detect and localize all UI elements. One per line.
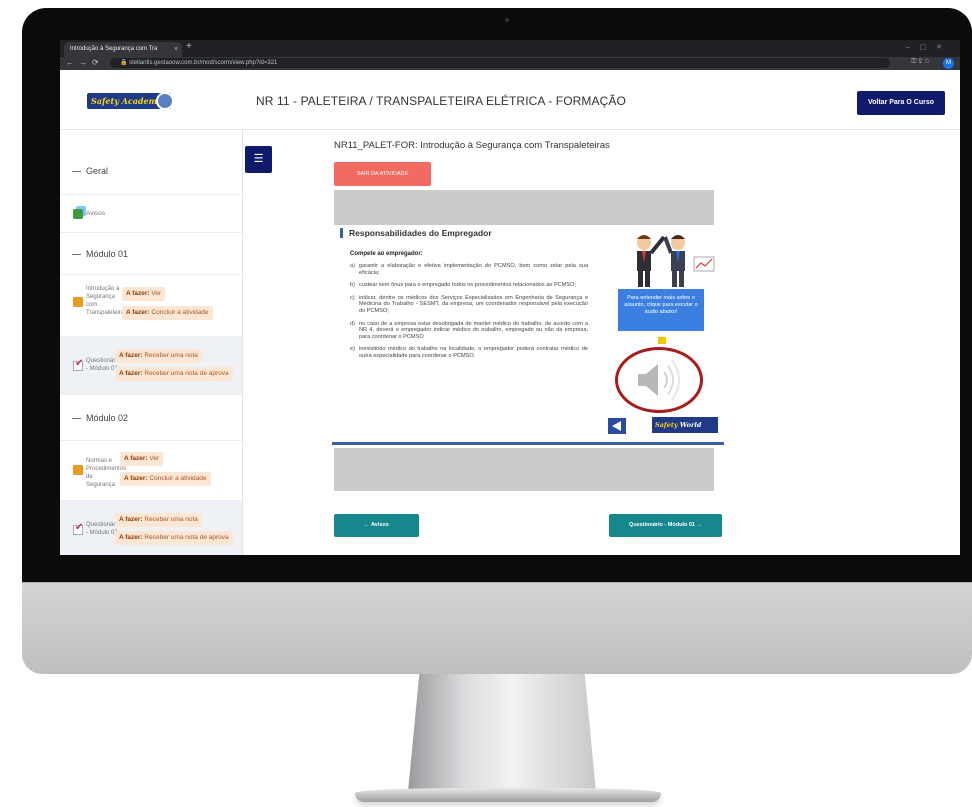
screen: Introdução à Segurança com Tra × + –▢✕ ←… <box>60 40 960 555</box>
scorm-icon <box>73 297 83 307</box>
url-text: stellantis.gestaoow.com.br/mod/scorm/vie… <box>129 60 278 66</box>
section-modulo-02[interactable]: — Módulo 02 <box>60 395 242 441</box>
tab-title: Introdução à Segurança com Tra <box>70 46 158 52</box>
globe-icon <box>156 92 174 110</box>
audio-info-box: Para entender mais sobre o assunto, cliq… <box>618 289 704 331</box>
activity-avisos[interactable]: Avisos <box>60 195 242 233</box>
activity-name: Introdução à Segurança com Transpaleteir… <box>86 286 128 316</box>
drawer-toggle-button[interactable]: ☰ <box>245 146 272 173</box>
monitor-base <box>355 788 661 802</box>
forum-icon <box>73 209 83 219</box>
monitor-stand <box>408 674 596 792</box>
speaker-icon <box>638 359 680 401</box>
collapse-icon[interactable]: — <box>72 249 81 259</box>
section-title: Módulo 01 <box>86 248 129 259</box>
camera-dot <box>505 18 509 22</box>
previous-slide-icon[interactable] <box>608 418 626 434</box>
todo-badge: A fazer: Ver <box>122 287 166 301</box>
responsibility-list: a) garantir a elaboração e efetiva implem… <box>350 263 588 366</box>
back-to-course-button[interactable]: Voltar Para O Curso <box>857 91 945 115</box>
safety-academy-logo[interactable]: Safety Academy <box>87 92 174 110</box>
slide-subtitle: Compete ao empregador: <box>350 251 423 257</box>
prev-activity-button[interactable]: ← Avisos <box>334 514 419 537</box>
activity-title: NR11_PALET-FOR: Introdução à Segurança c… <box>334 140 610 151</box>
window-controls[interactable]: –▢✕ <box>906 43 952 51</box>
todo-badge: A fazer: Receber uma nota <box>115 513 202 527</box>
list-item: d) no caso de a empresa estar desobrigada… <box>350 320 588 340</box>
new-tab-button[interactable]: + <box>186 41 192 52</box>
close-tab-icon[interactable]: × <box>174 42 178 57</box>
activity-questionario-01[interactable]: Questionário - Módulo 01 A fazer: Recebe… <box>60 337 242 395</box>
main-content: ☰ NR11_PALET-FOR: Introdução à Segurança… <box>244 130 960 555</box>
todo-badge: A fazer: Concluir a atividade <box>122 306 213 320</box>
quiz-icon <box>73 522 83 535</box>
section-geral[interactable]: — Geral <box>60 130 242 195</box>
todo-badge: A fazer: Concluir a atividade <box>120 472 211 486</box>
nav-icons[interactable]: ←→⟳ <box>66 58 104 67</box>
list-item: a) garantir a elaboração e efetiva implem… <box>350 263 588 276</box>
info-tab-marker <box>658 337 666 344</box>
profile-avatar[interactable]: M <box>943 58 954 69</box>
section-title: Geral <box>86 166 109 176</box>
todo-badge: A fazer: Receber uma nota <box>115 349 202 363</box>
scorm-bottom-bar <box>334 448 714 491</box>
tab-strip: Introdução à Segurança com Tra × + –▢✕ <box>60 40 960 57</box>
section-modulo-01[interactable]: — Módulo 01 <box>60 233 242 275</box>
exit-activity-button[interactable]: SAIR DA ATIVIDADE <box>334 162 431 186</box>
quiz-icon <box>73 358 83 371</box>
section-title: Módulo 02 <box>86 412 129 423</box>
browser-tab[interactable]: Introdução à Segurança com Tra × <box>64 42 182 57</box>
activity-name: Avisos <box>86 210 106 217</box>
audio-play-button[interactable] <box>615 347 703 413</box>
safety-world-logo: Safety World <box>652 417 718 433</box>
list-item: e) inexistindo médico do trabalho na loca… <box>350 346 588 359</box>
activity-questionario-02[interactable]: Questionário - Módulo 02 A fazer: Recebe… <box>60 501 242 555</box>
scorm-top-bar <box>334 190 714 225</box>
toolbar-icons[interactable]: ⚿ ⇪ ☆ <box>911 58 930 66</box>
scorm-slide: Responsabilidades do Empregador Compete … <box>332 225 724 445</box>
activity-name: Normas e Procedimentos de Segurança <box>86 458 127 488</box>
activity-introducao[interactable]: Introdução à Segurança com Transpaleteir… <box>60 275 242 337</box>
collapse-icon[interactable]: — <box>72 166 81 176</box>
next-activity-button[interactable]: Questionário - Módulo 01 → <box>609 514 722 537</box>
todo-badge: A fazer: Receber uma nota de aprova <box>115 531 233 545</box>
url-field[interactable]: 🔒 stellantis.gestaoow.com.br/mod/scorm/v… <box>110 58 890 68</box>
collapse-icon[interactable]: — <box>72 413 81 423</box>
todo-badge: A fazer: Ver <box>120 452 164 466</box>
activity-normas[interactable]: Normas e Procedimentos de Segurança A fa… <box>60 441 242 501</box>
course-index-sidebar: — Geral Avisos — Módulo 01 Introdução à Se… <box>60 130 243 555</box>
slide-title: Responsabilidades do Empregador <box>340 228 492 238</box>
businessmen-illustration <box>637 235 715 287</box>
page-header: Safety Academy NR 11 - PALETEIRA / TRANS… <box>60 70 960 130</box>
list-item: b) custear sem ônus para o empregado todo… <box>350 282 577 289</box>
todo-badge: A fazer: Receber uma nota de aprova <box>115 367 233 381</box>
address-bar-row: ←→⟳ 🔒 stellantis.gestaoow.com.br/mod/sco… <box>60 57 960 70</box>
course-title: NR 11 - PALETEIRA / TRANSPALETEIRA ELÉTR… <box>256 94 626 108</box>
scorm-icon <box>73 465 83 475</box>
logo-text: Safety Academy <box>91 96 162 106</box>
lock-icon: 🔒 <box>120 60 130 66</box>
list-item: c) indicar, dentre os médicos dos Serviço… <box>350 294 588 314</box>
monitor-chin <box>22 582 972 674</box>
